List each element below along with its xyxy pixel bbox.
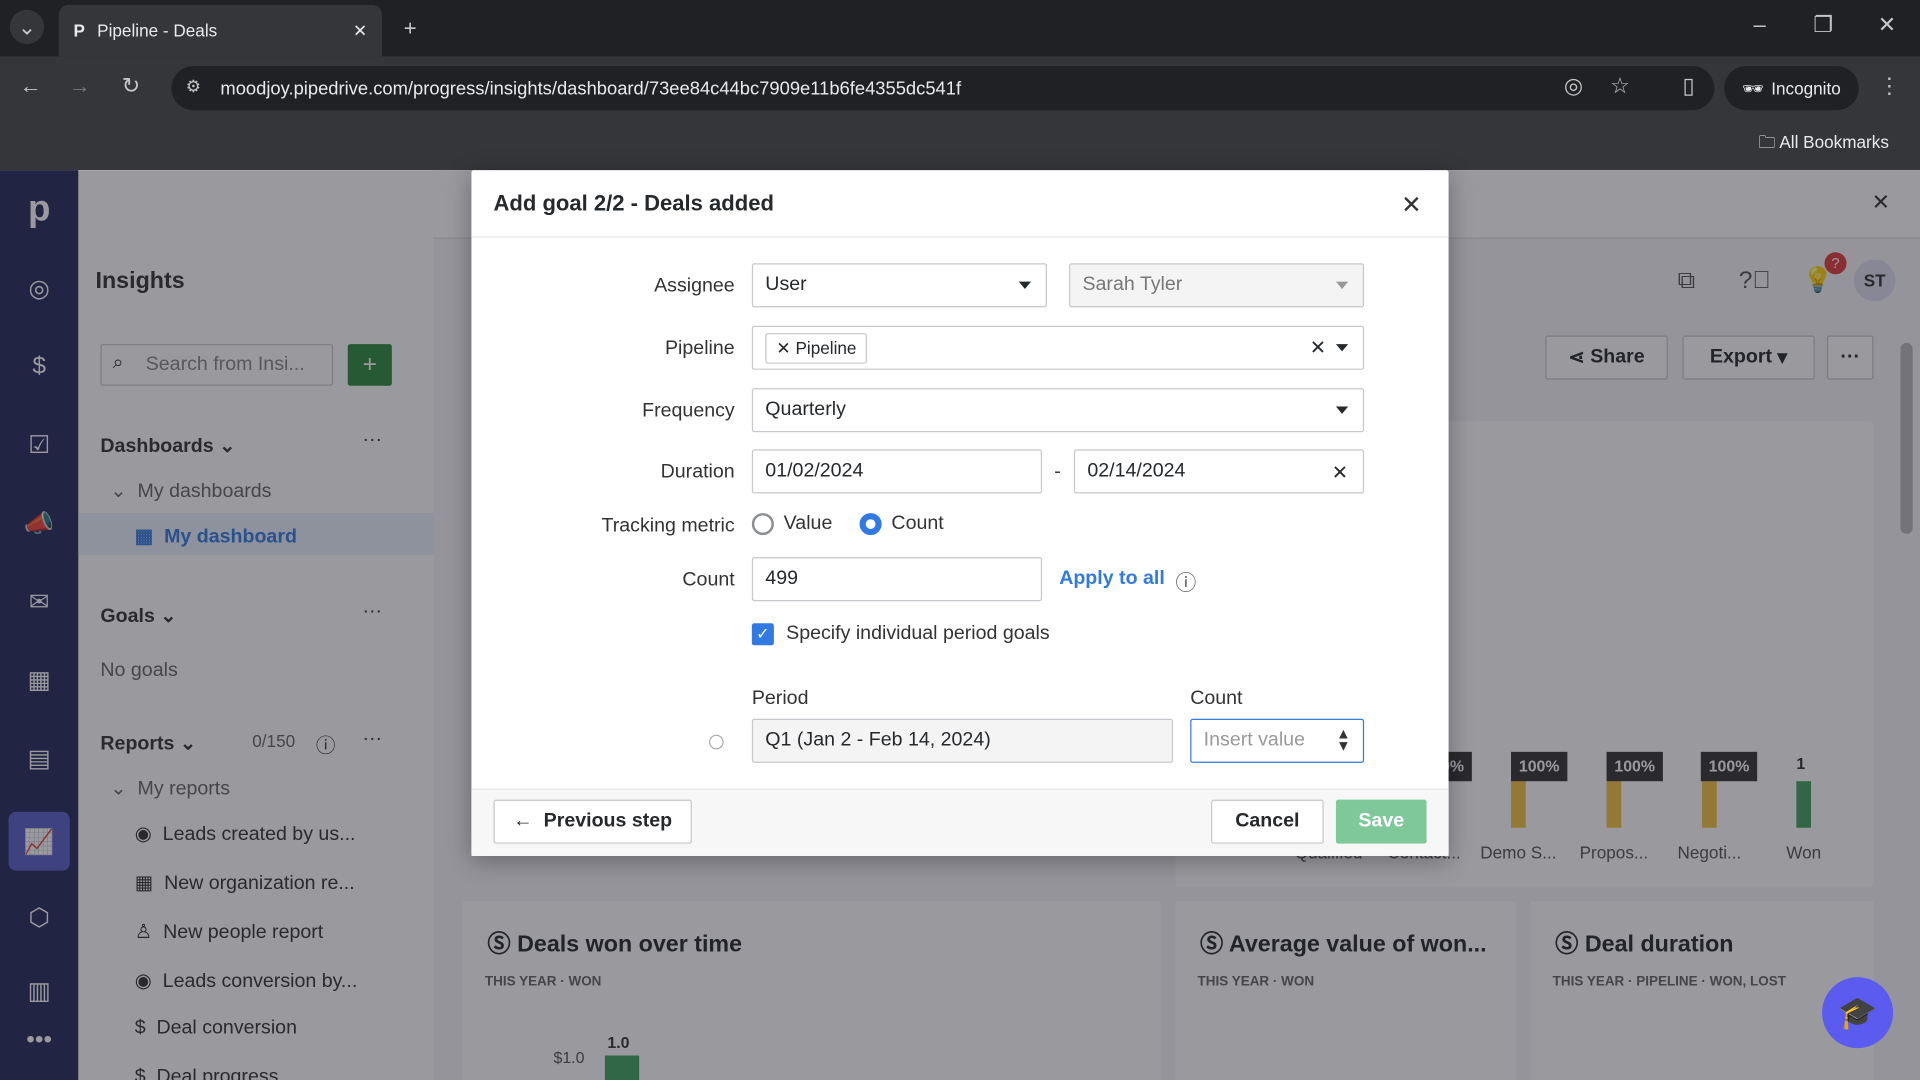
browser-tab[interactable]: P Pipeline - Deals ✕ bbox=[58, 4, 383, 57]
site-info-icon[interactable]: ⚙ bbox=[181, 76, 205, 97]
start-date-input[interactable]: 01/02/2024 bbox=[751, 449, 1043, 494]
period-count-input[interactable]: Insert value ▲ ▼ bbox=[1190, 718, 1365, 763]
period-header: Period bbox=[751, 688, 809, 709]
count-header: Count bbox=[1190, 688, 1243, 709]
address-bar[interactable]: moodjoy.pipedrive.com/progress/insights/… bbox=[171, 66, 1715, 111]
close-window-icon[interactable]: ✕ bbox=[1871, 12, 1903, 38]
eye-off-icon[interactable]: ◎ bbox=[1558, 73, 1590, 99]
incognito-icon: 🕶 bbox=[1742, 77, 1764, 98]
apply-to-all-link[interactable]: Apply to all bbox=[1059, 568, 1165, 590]
clear-icon[interactable]: ✕ bbox=[1310, 336, 1326, 360]
bookmarks-label: All Bookmarks bbox=[1779, 132, 1889, 152]
count-label: Count bbox=[682, 569, 735, 591]
metric-value-radio[interactable]: Value bbox=[751, 513, 832, 536]
info-icon[interactable]: ⓘ bbox=[1176, 566, 1197, 597]
new-tab-icon[interactable]: + bbox=[394, 12, 426, 44]
save-button[interactable]: Save bbox=[1335, 799, 1427, 844]
minimize-icon[interactable]: – bbox=[1744, 12, 1776, 38]
end-date-input[interactable]: 02/14/2024 ✕ bbox=[1073, 449, 1365, 494]
pipeline-label: Pipeline bbox=[664, 337, 735, 359]
assignee-label: Assignee bbox=[654, 275, 735, 297]
reload-icon[interactable]: ↻ bbox=[115, 73, 147, 99]
cancel-button[interactable]: Cancel bbox=[1211, 799, 1324, 844]
period-status-icon bbox=[708, 734, 724, 750]
forward-icon[interactable]: → bbox=[64, 73, 96, 99]
arrow-left-icon: ← bbox=[513, 810, 544, 832]
frequency-label: Frequency bbox=[642, 400, 735, 422]
checkbox-checked-icon: ✓ bbox=[751, 623, 774, 646]
sidepanel-icon[interactable]: ▯ bbox=[1673, 73, 1705, 99]
specify-period-goals-checkbox[interactable]: ✓ Specify individual period goals bbox=[751, 623, 1050, 646]
tab-title: Pipeline - Deals bbox=[97, 20, 218, 41]
pipeline-tag[interactable]: ✕ Pipeline bbox=[765, 332, 868, 364]
previous-step-button[interactable]: ← Previous step bbox=[493, 799, 692, 844]
incognito-badge[interactable]: 🕶 Incognito bbox=[1724, 66, 1859, 111]
pipeline-select[interactable]: ✕ Pipeline ✕ bbox=[751, 325, 1365, 370]
add-goal-modal: Add goal 2/2 - Deals added ✕ Assignee Us… bbox=[471, 170, 1449, 856]
assignee-user-select[interactable]: Sarah Tyler bbox=[1068, 263, 1365, 308]
clear-date-icon[interactable]: ✕ bbox=[1332, 460, 1348, 484]
pipedrive-favicon-icon: P bbox=[73, 20, 85, 41]
stepper-icon[interactable]: ▲ ▼ bbox=[1336, 726, 1351, 753]
count-input[interactable]: 499 bbox=[751, 557, 1043, 602]
tab-search-icon[interactable]: ⌄ bbox=[9, 9, 45, 45]
close-modal-icon[interactable]: ✕ bbox=[1401, 190, 1422, 221]
period-field: Q1 (Jan 2 - Feb 14, 2024) bbox=[751, 718, 1174, 763]
date-separator: - bbox=[1054, 461, 1061, 483]
close-tab-icon[interactable]: ✕ bbox=[353, 20, 367, 41]
menu-icon[interactable]: ⋮ bbox=[1873, 73, 1905, 99]
metric-count-radio[interactable]: Count bbox=[859, 513, 944, 536]
modal-header: Add goal 2/2 - Deals added bbox=[471, 170, 1449, 238]
assignee-type-select[interactable]: User bbox=[751, 263, 1047, 308]
remove-tag-icon: ✕ bbox=[776, 337, 796, 357]
folder-icon: 🗀 bbox=[1758, 132, 1780, 152]
back-icon[interactable]: ← bbox=[15, 73, 47, 99]
profile-label: Incognito bbox=[1771, 78, 1841, 98]
duration-label: Duration bbox=[660, 461, 735, 483]
restore-icon[interactable]: ❐ bbox=[1807, 12, 1839, 38]
frequency-select[interactable]: Quarterly bbox=[751, 388, 1365, 433]
all-bookmarks[interactable]: 🗀 All Bookmarks bbox=[1758, 130, 1889, 159]
modal-title: Add goal 2/2 - Deals added bbox=[493, 190, 774, 215]
academy-icon[interactable]: 🎓 bbox=[1822, 977, 1894, 1049]
star-icon[interactable]: ☆ bbox=[1604, 73, 1636, 99]
url-text: moodjoy.pipedrive.com/progress/insights/… bbox=[220, 77, 962, 99]
tracking-metric-label: Tracking metric bbox=[601, 515, 735, 537]
